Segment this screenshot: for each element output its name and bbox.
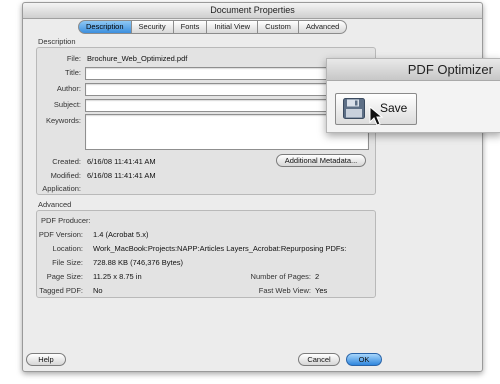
title-label: Title: (65, 68, 81, 77)
tagged-pdf-value: No (93, 286, 103, 295)
file-label: File: (66, 54, 81, 63)
pdf-version-value: 1.4 (Acrobat 5.x) (93, 230, 149, 239)
number-of-pages-value: 2 (315, 272, 320, 281)
tab-initial-view[interactable]: Initial View (207, 20, 259, 34)
created-label: Created: (52, 157, 81, 166)
fast-web-view-value: Yes (315, 286, 328, 295)
author-label: Author: (56, 84, 81, 93)
mouse-pointer-icon (369, 106, 383, 126)
pdf-optimizer-title: PDF Optimizer (327, 59, 500, 81)
application-label: Application: (42, 184, 81, 193)
tab-security[interactable]: Security (131, 20, 174, 34)
pdf-producer-label: PDF Producer: (41, 216, 91, 225)
file-size-value: 728.88 KB (746,376 Bytes) (93, 258, 184, 267)
save-label: Save (380, 101, 408, 115)
tab-custom[interactable]: Custom (258, 20, 299, 34)
pdf-version-label: PDF Version: (38, 230, 83, 239)
page-size-value: 11.25 x 8.75 in (93, 272, 142, 281)
created-value: 6/16/08 11:41:41 AM (87, 157, 156, 166)
tab-description[interactable]: Description (78, 20, 132, 34)
fast-web-view-label: Fast Web View: (258, 286, 311, 295)
tab-fonts[interactable]: Fonts (173, 20, 208, 34)
number-of-pages-label: Number of Pages: (250, 272, 311, 281)
modified-label: Modified: (50, 171, 81, 180)
subject-label: Subject: (53, 100, 81, 109)
additional-metadata-button[interactable]: Additional Metadata... (276, 154, 366, 167)
ok-button[interactable]: OK (346, 353, 382, 366)
cancel-button[interactable]: Cancel (298, 353, 340, 366)
floppy-disk-icon (343, 98, 365, 119)
keywords-label: Keywords: (45, 116, 81, 125)
location-label: Location: (52, 244, 83, 253)
page-size-label: Page Size: (46, 272, 83, 281)
file-size-label: File Size: (52, 258, 83, 267)
tab-advanced[interactable]: Advanced (298, 20, 348, 34)
dialog-title: Document Properties (23, 3, 482, 19)
modified-value: 6/16/08 11:41:41 AM (87, 171, 156, 180)
file-value: Brochure_Web_Optimized.pdf (87, 54, 188, 63)
advanced-section-label: Advanced (38, 200, 72, 209)
help-button[interactable]: Help (26, 353, 66, 366)
location-value: Work_MacBook:Projects:NAPP:Articles Laye… (93, 244, 347, 253)
description-section-label: Description (38, 37, 76, 46)
tab-bar: Description Security Fonts Initial View … (78, 20, 348, 34)
tagged-pdf-label: Tagged PDF: (39, 286, 83, 295)
